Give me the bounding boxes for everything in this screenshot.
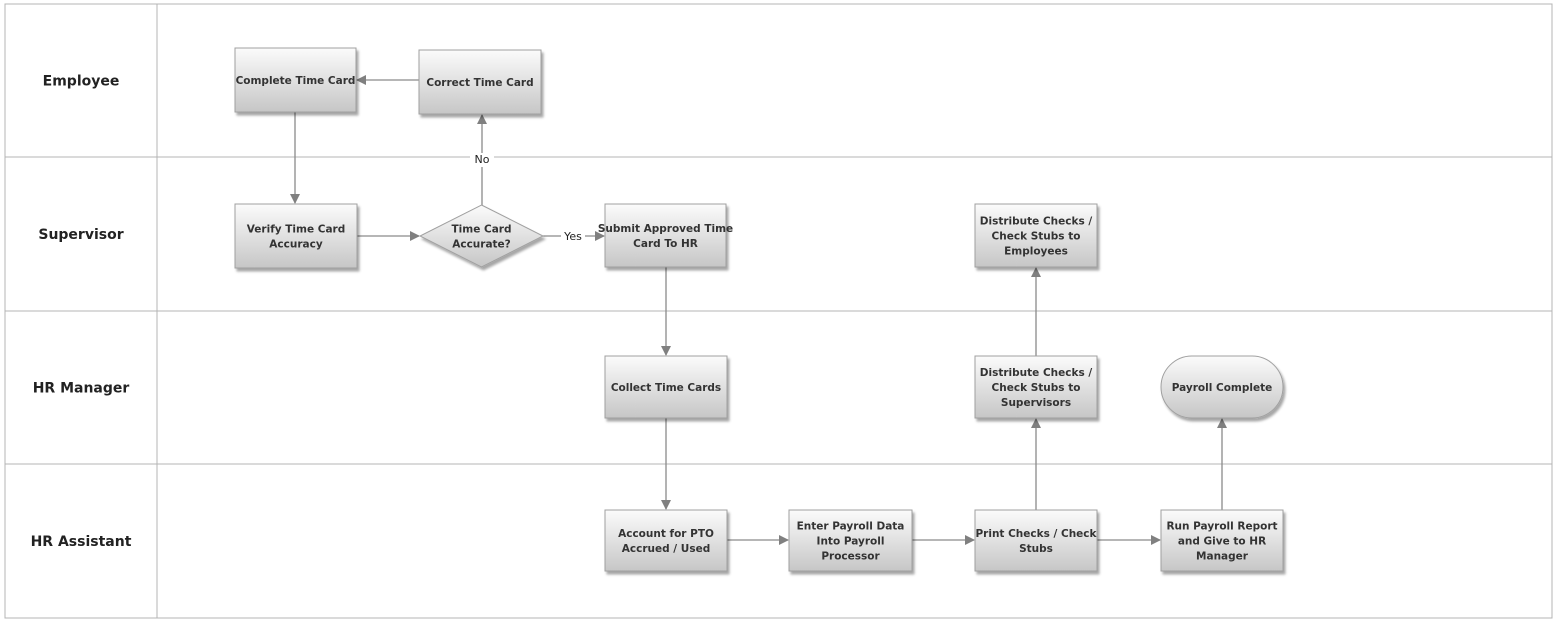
node-label-line: Check Stubs to [992, 382, 1081, 394]
edge-label: No [475, 153, 490, 166]
node-label-line: Accuracy [269, 239, 323, 251]
node-label-line: Verify Time Card [247, 224, 345, 236]
node-label-line: Stubs [1019, 543, 1053, 555]
node-label-line: Manager [1196, 551, 1249, 563]
node-verify[interactable]: Verify Time Card Accuracy [234, 203, 358, 269]
process-shape [604, 203, 727, 268]
node-label-line: Accrued / Used [622, 543, 710, 555]
node-label-line: Supervisors [1001, 397, 1071, 409]
lane-label: HR Assistant [31, 534, 132, 550]
node-label-line: Run Payroll Report [1166, 521, 1277, 533]
lane-label: Supervisor [38, 227, 123, 243]
node-label-line: Into Payroll [817, 536, 885, 548]
node-label-line: Correct Time Card [426, 77, 533, 89]
node-label-line: Enter Payroll Data [797, 521, 905, 533]
node-print[interactable]: Print Checks / Check Stubs [974, 509, 1098, 572]
node-label-line: Complete Time Card [236, 75, 356, 87]
node-label-line: and Give to HR [1178, 536, 1266, 548]
process-shape [974, 509, 1098, 572]
node-label-line: Accurate? [452, 239, 511, 251]
lane-label: HR Manager [33, 381, 130, 397]
node-complete-payroll[interactable]: Payroll Complete [1160, 355, 1284, 419]
process-shape [234, 203, 358, 269]
node-run[interactable]: Run Payroll Report and Give to HR Manager [1160, 509, 1284, 572]
node-dist-emp[interactable]: Distribute Checks / Check Stubs to Employe… [974, 203, 1098, 268]
node-label-line: Print Checks / Check [975, 528, 1097, 540]
node-label-line: Card To HR [633, 238, 698, 250]
node-label-line: Submit Approved Time [598, 223, 733, 235]
node-label-line: Collect Time Cards [611, 382, 721, 394]
node-collect[interactable]: Collect Time Cards [604, 355, 728, 419]
node-submit[interactable]: Submit Approved Time Card To HR [598, 203, 733, 268]
node-complete[interactable]: Complete Time Card [234, 47, 357, 113]
swimlane-diagram: Employee Supervisor HR Manager HR Assistant… [4, 3, 1553, 619]
node-label-line: Time Card [452, 224, 512, 236]
node-dist-sup[interactable]: Distribute Checks / Check Stubs to Supervi… [974, 355, 1098, 419]
node-label-line: Payroll Complete [1172, 382, 1273, 394]
node-label-line: Distribute Checks / [980, 216, 1093, 228]
node-label-line: Account for PTO [618, 528, 714, 540]
process-shape [604, 509, 728, 572]
edge-label: Yes [563, 230, 582, 243]
node-enter[interactable]: Enter Payroll Data Into Payroll Processor [788, 509, 913, 572]
lane-label: Employee [43, 74, 120, 90]
node-label-line: Distribute Checks / [980, 367, 1093, 379]
node-label-line: Processor [821, 551, 880, 563]
node-label-line: Employees [1004, 246, 1068, 258]
node-correct[interactable]: Correct Time Card [418, 49, 542, 115]
node-pto[interactable]: Account for PTO Accrued / Used [604, 509, 728, 572]
node-label-line: Check Stubs to [992, 231, 1081, 243]
